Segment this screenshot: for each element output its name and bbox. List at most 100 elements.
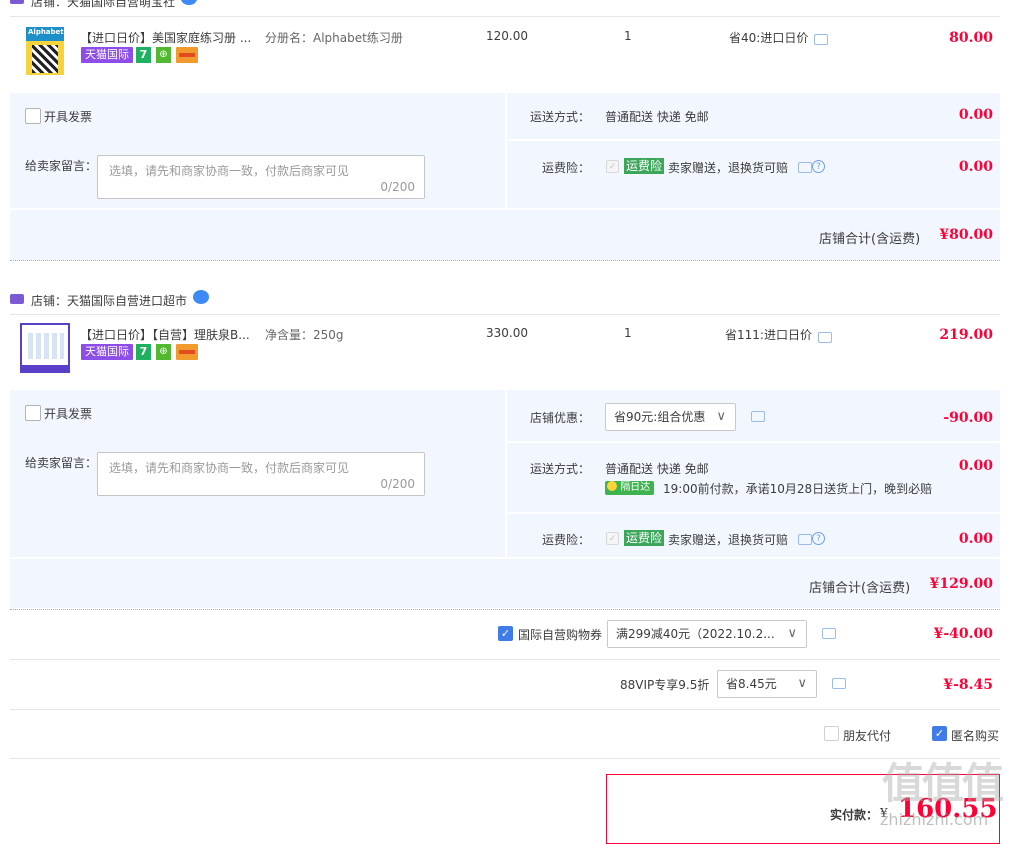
help-icon[interactable]: ? — [812, 532, 825, 545]
insurance-comment-icon[interactable] — [798, 534, 812, 545]
promo-text: 省111:进口日价 — [725, 328, 812, 342]
seller-message-input[interactable]: 选填，请先和商家协商一致，付款后商家可见 0/200 — [97, 452, 425, 496]
product-thumbnail[interactable] — [20, 323, 70, 373]
coupon-comment-icon[interactable] — [822, 628, 836, 639]
shop1-divider-vertical — [505, 93, 507, 209]
shipping-method-label: 运送方式： — [530, 462, 591, 476]
next-day-delivery-tag: 隔日达 — [605, 481, 655, 495]
shop1-divider-h1 — [507, 139, 1000, 141]
seller-message-input[interactable]: 选填，请先和商家协商一致，付款后商家可见 0/200 — [97, 155, 425, 199]
shop1-divider-h2 — [10, 208, 1000, 210]
vip-discount-select[interactable]: 省8.45元 ∨ — [717, 670, 817, 698]
quantity: 1 — [624, 326, 632, 340]
anonymous-checkbox[interactable]: ✓ — [932, 726, 947, 741]
insurance-label: 运费险： — [542, 533, 591, 547]
shop2-bottom-border — [10, 609, 1000, 610]
shop2-divider-vertical — [505, 390, 507, 558]
invoice-checkbox[interactable] — [25, 108, 41, 124]
shop1-top-border — [10, 16, 1000, 17]
shop-discount-select[interactable]: 省90元:组合优惠 ∨ — [605, 403, 736, 431]
product-sku: 净含量：250g — [265, 328, 344, 342]
shop-discount-value: -90.00 — [943, 410, 993, 426]
payment-label: 实付款： — [830, 808, 879, 822]
discount-comment-icon[interactable] — [751, 411, 765, 422]
watermark-logo: 值值值 — [882, 759, 1004, 808]
shop2-divider-h3 — [10, 557, 1000, 559]
insurance-label: 运费险： — [542, 161, 591, 175]
invoice-label: 开具发票 — [44, 110, 93, 124]
insurance-comment-icon[interactable] — [798, 162, 812, 173]
thumbnail-text: Alphabet — [28, 28, 64, 36]
shop2-divider-h1 — [507, 441, 1000, 443]
chevron-down-icon: ∨ — [716, 409, 726, 424]
shop2-divider-h2 — [507, 512, 1000, 514]
vip-value: ¥-8.45 — [943, 677, 993, 693]
coupon-label: 国际自营购物券 — [518, 628, 603, 642]
chevron-down-icon: ∨ — [785, 621, 797, 647]
chat-icon[interactable] — [193, 290, 209, 304]
invoice-checkbox[interactable] — [25, 405, 41, 421]
coupon-checkbox[interactable]: ✓ — [498, 626, 513, 641]
shop2-name[interactable]: 店铺：天猫国际自营进口超市 — [31, 292, 187, 309]
product-title[interactable]: 【进口日价】【自营】理肤泉B... — [80, 326, 250, 343]
insurance-fee: 0.00 — [958, 531, 993, 547]
vip-comment-icon[interactable] — [832, 678, 846, 689]
seller-message-label: 给卖家留言： — [25, 159, 98, 173]
item-subtotal: 219.00 — [939, 327, 993, 343]
promo-comment-icon[interactable] — [818, 332, 832, 343]
shipping-fee: 0.00 — [958, 458, 993, 474]
invoice-label: 开具发票 — [44, 407, 93, 421]
shipping-method-label: 运送方式： — [530, 110, 591, 124]
product-title[interactable]: 【进口日价】美国家庭练习册 ... — [80, 29, 251, 46]
shop-discount-select-value: 省90元:组合优惠 — [614, 410, 706, 424]
product-sku: 分册名：Alphabet练习册 — [265, 31, 403, 45]
coupon-divider — [10, 659, 1000, 660]
message-placeholder: 选填，请先和商家协商一致，付款后商家可见 — [109, 461, 350, 475]
coupon-select-value: 满299减40元（2022.10.2... — [616, 627, 775, 641]
delivery-tag-text: 隔日达 — [620, 482, 651, 493]
vip-discount-label: 88VIP专享9.5折 — [620, 678, 710, 692]
shop1-bottom-border — [10, 260, 1000, 261]
shop-icon — [10, 294, 24, 304]
tmall-global-badge: 天猫国际 — [81, 47, 133, 63]
shop1-total-label: 店铺合计(含运费) — [819, 232, 921, 247]
promo-text: 省40:进口日价 — [729, 31, 809, 45]
promo-comment-icon[interactable] — [814, 34, 828, 45]
friend-pay-checkbox[interactable] — [824, 726, 839, 741]
product-thumbnail[interactable]: Alphabet — [26, 27, 64, 75]
shop2-top-border — [10, 314, 1000, 315]
unit-price: 120.00 — [486, 29, 528, 43]
insurance-tag: 运费险 — [624, 158, 665, 174]
insurance-checkbox: ✓ — [606, 532, 619, 545]
coupon-select[interactable]: 满299减40元（2022.10.2... ∨ — [607, 620, 807, 648]
vip-select-value: 省8.45元 — [726, 677, 777, 691]
shop1-name[interactable]: 店铺：天猫国际自营萌宝社 — [31, 0, 175, 10]
seven-day-return-badge: 7 — [136, 47, 151, 63]
insurance-checkbox: ✓ — [606, 160, 619, 173]
credit-card-badge — [176, 47, 198, 63]
item-subtotal: 80.00 — [949, 30, 993, 46]
shop2-total-value: ¥129.00 — [929, 576, 993, 592]
insurance-text: 卖家赠送，退换货可赔 — [668, 533, 789, 547]
friend-pay-label: 朋友代付 — [843, 729, 892, 743]
shop2-total-label: 店铺合计(含运费) — [809, 581, 911, 596]
options-divider — [10, 758, 1000, 759]
shipping-method-value: 普通配送 快递 免邮 — [605, 110, 709, 124]
help-icon[interactable]: ? — [812, 160, 825, 173]
shipping-fee: 0.00 — [958, 107, 993, 123]
seller-message-label: 给卖家留言： — [25, 456, 98, 470]
credit-card-badge — [176, 344, 198, 360]
message-char-count: 0/200 — [380, 180, 415, 194]
lightning-icon — [607, 481, 617, 491]
message-placeholder: 选填，请先和商家协商一致，付款后商家可见 — [109, 164, 350, 178]
guarantee-badge: ⊕ — [156, 344, 171, 360]
shipping-method-value: 普通配送 快递 免邮 — [605, 462, 709, 476]
quantity: 1 — [624, 29, 632, 43]
watermark-url: zhizhizhi.com — [880, 810, 989, 829]
guarantee-badge: ⊕ — [156, 47, 171, 63]
unit-price: 330.00 — [486, 326, 528, 340]
vip-divider — [10, 709, 1000, 710]
message-char-count: 0/200 — [380, 477, 415, 491]
seven-day-return-badge: 7 — [136, 344, 151, 360]
chat-icon[interactable] — [181, 0, 197, 5]
